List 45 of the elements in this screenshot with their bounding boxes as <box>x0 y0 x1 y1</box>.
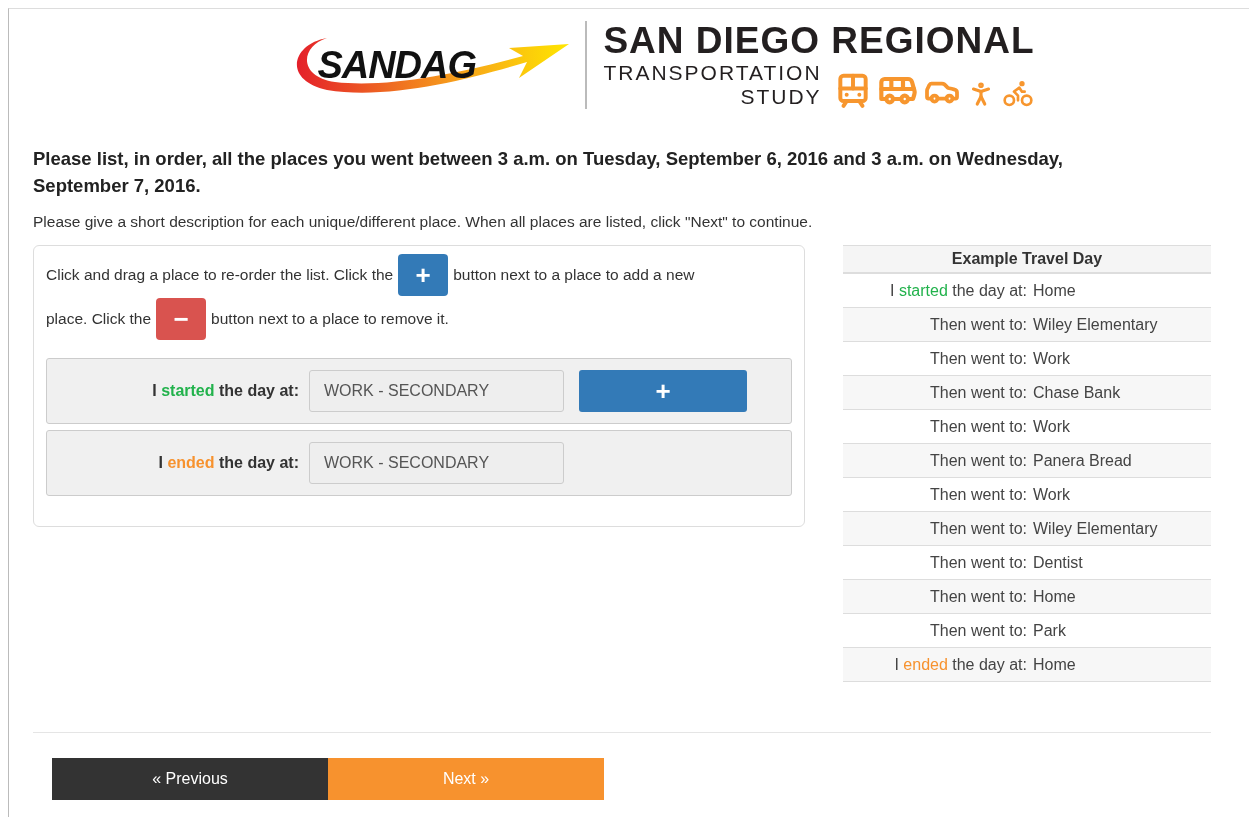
row-label: Then went to: <box>930 519 1027 537</box>
place-name: Panera Bread <box>1033 451 1132 470</box>
table-header: Example Travel Day <box>843 245 1211 274</box>
help-text: button next to a place to add a new <box>453 266 695 284</box>
row-label: Then went to: <box>930 553 1027 571</box>
row-label: Then went to: <box>930 417 1027 435</box>
logo-subtitle: STUDY <box>740 85 822 109</box>
place-row[interactable]: I started the day at: WORK - SECONDARY + <box>46 358 792 424</box>
help-text: Click and drag a place to re-order the list. Click the <box>46 266 394 284</box>
place-name: Home <box>1033 655 1076 674</box>
place-field[interactable]: WORK - SECONDARY <box>309 370 564 412</box>
remove-button-sample[interactable]: − <box>156 298 207 340</box>
help-text: place. Click the <box>46 310 152 328</box>
place-name: Park <box>1033 621 1066 640</box>
row-label: Then went to: <box>930 587 1027 605</box>
place-label: I ended the day at: <box>158 454 299 471</box>
place-name: Work <box>1033 417 1071 436</box>
row-label: Then went to: <box>930 349 1027 367</box>
row-label: I started the day at: <box>890 281 1027 299</box>
row-label: Then went to: <box>930 621 1027 639</box>
place-name: Work <box>1033 485 1071 504</box>
add-button-sample[interactable]: + <box>398 254 449 296</box>
logo-title: SAN DIEGO REGIONAL <box>603 21 1035 61</box>
logo-subtitle: TRANSPORTATION <box>603 61 822 85</box>
instructions-text: Please give a short description for each unique/different place. When all places are listed, click "Next" to continue. <box>33 213 814 231</box>
place-name: Work <box>1033 349 1071 368</box>
row-label: Then went to: <box>930 485 1027 503</box>
row-label: Then went to: <box>930 451 1027 469</box>
place-name: Wiley Elementary <box>1033 315 1158 334</box>
row-label: Then went to: <box>930 383 1027 401</box>
place-name: Chase Bank <box>1033 383 1121 402</box>
place-label: I started the day at: <box>152 382 299 399</box>
add-place-button[interactable]: + <box>579 370 747 412</box>
place-row[interactable]: I ended the day at: WORK - SECONDARY <box>46 430 792 496</box>
previous-button[interactable]: « Previous <box>52 758 328 800</box>
place-field[interactable]: WORK - SECONDARY <box>309 442 564 484</box>
row-label: I ended the day at: <box>894 655 1027 673</box>
question-text: Please list, in order, all the places you went between 3 a.m. on Tuesday, September 6, 2016 and 3 a.m. on Wednesday, September 7, 2016. <box>33 147 1064 198</box>
place-name: Dentist <box>1033 553 1083 572</box>
place-name: Home <box>1033 587 1076 606</box>
place-name: Home <box>1033 281 1076 300</box>
brand-logo-text: SANDAG <box>317 43 477 87</box>
place-name: Wiley Elementary <box>1033 519 1158 538</box>
help-text: button next to a place to remove it. <box>211 310 449 328</box>
row-label: Then went to: <box>930 315 1027 333</box>
